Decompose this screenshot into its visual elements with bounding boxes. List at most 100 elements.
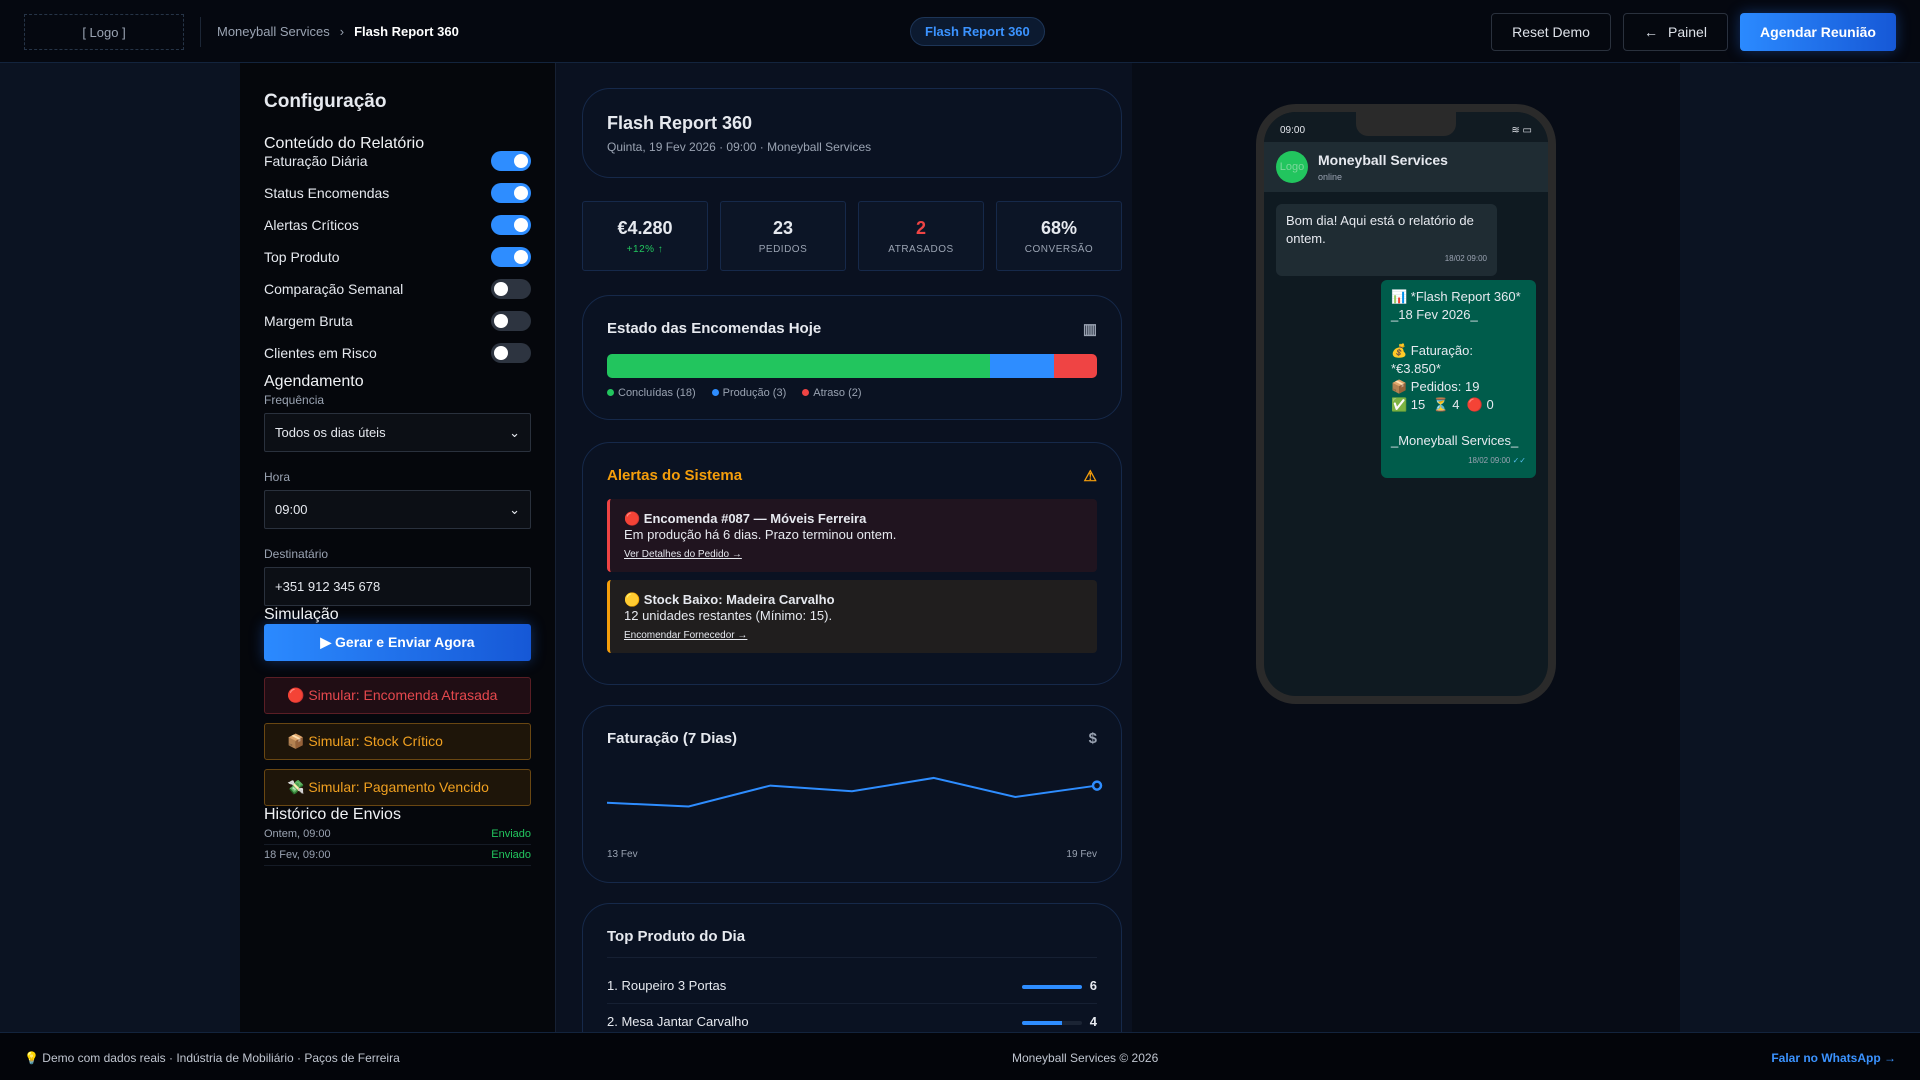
kpi-value: 23 [772, 218, 794, 238]
toggle-label: Comparação Semanal [264, 281, 404, 297]
painel-label: Painel [1668, 24, 1707, 40]
alert-item: 🟡 Stock Baixo: Madeira Carvalho 12 unidad… [607, 580, 1097, 653]
report-subtitle: Quinta, 19 Fev 2026 · 09:00 · Moneyball … [607, 140, 872, 154]
status-segment [1054, 354, 1097, 378]
breadcrumb-current: Flash Report 360 [354, 24, 459, 39]
toggle-switch[interactable] [491, 311, 531, 331]
toggle-row: Clientes em Risco [264, 337, 531, 369]
legend-item: Concluídas (18) [607, 387, 696, 399]
status-bar [607, 354, 1097, 378]
alert-item: 🔴 Encomenda #087 — Móveis Ferreira Em pro… [607, 499, 1097, 572]
config-panel: Configuração Conteúdo do Relatório Fatur… [240, 63, 556, 1032]
legend-label: Concluídas (18) [618, 387, 696, 399]
report-preview: Flash Report 360 Quinta, 19 Fev 2026 · 0… [556, 63, 1132, 1032]
section-title: Simulação [264, 606, 339, 623]
alert-text: 12 unidades restantes (Mínimo: 15). [624, 608, 833, 623]
painel-button[interactable]: ← Painel [1623, 13, 1728, 51]
toggle-label: Faturação Diária [264, 153, 368, 169]
status-legend: Concluídas (18) Produção (3) Atraso (2) [607, 387, 1097, 399]
toggle-switch[interactable] [491, 215, 531, 235]
order-status-card: Estado das Encomendas Hoje ▥ Concluídas (… [582, 295, 1122, 420]
history-status: Enviado [491, 828, 531, 840]
incoming-message: Bom dia! Aqui está o relatório de ontem.… [1276, 204, 1497, 276]
logo-placeholder: [ Logo ] [24, 14, 184, 50]
chevron-down-icon: ⌄ [509, 501, 520, 517]
phone-notch [1356, 112, 1456, 136]
toggle-switch[interactable] [491, 279, 531, 299]
kpi-value: €4.280 [617, 218, 673, 238]
dollar-icon: $ [1088, 730, 1097, 747]
footer-copyright: Moneyball Services © 2026 [1012, 1051, 1159, 1065]
kpi-revenue: €4.280 +12% ↑ [582, 201, 708, 271]
toggle-label: Status Encomendas [264, 185, 390, 201]
avatar: Logo [1276, 151, 1308, 183]
toggle-switch[interactable] [491, 343, 531, 363]
chat-header: Logo Moneyball Services online [1264, 142, 1548, 192]
order-supplier-link[interactable]: Encomendar Fornecedor → [624, 630, 747, 641]
revenue-series-line [606, 776, 1098, 808]
toggle-switch[interactable] [491, 151, 531, 171]
revenue-line-chart: 13 Fev 19 Fev [606, 776, 1103, 860]
revenue-card: Faturação (7 Dias) $ 13 Fev 19 Fev [582, 705, 1122, 883]
data-point [1091, 780, 1103, 791]
contact-name: Moneyball Services [1318, 152, 1448, 168]
product-qty: 6 [1089, 978, 1097, 993]
x-tick-label: 19 Fev [1066, 849, 1097, 860]
outgoing-message: 📊 *Flash Report 360* _18 Fev 2026_ 💰 Fat… [1381, 280, 1536, 478]
footer: 💡 Demo com dados reais · Indústria de Mo… [0, 1032, 1920, 1080]
kpi-delta: +12% ↑ [626, 244, 664, 255]
toggle-switch[interactable] [491, 247, 531, 267]
divider [200, 17, 201, 47]
kpi-label: PEDIDOS [758, 244, 808, 255]
kpi-late: 2 ATRASADOS [858, 201, 984, 271]
kpi-label: CONVERSÃO [1024, 244, 1094, 255]
breadcrumb: Moneyball Services › Flash Report 360 [217, 24, 459, 39]
message-text: Bom dia! Aqui está o relatório de ontem. [1286, 213, 1478, 246]
legend-item: Atraso (2) [802, 387, 862, 399]
config-title: Configuração [264, 91, 387, 112]
frequency-label: Frequência [264, 393, 325, 407]
simulate-stock-button[interactable]: 📦 Simular: Stock Crítico [264, 723, 531, 760]
breadcrumb-home[interactable]: Moneyball Services [217, 24, 330, 39]
legend-label: Atraso (2) [813, 387, 862, 399]
frequency-value: Todos os dias úteis [275, 425, 386, 440]
history-time: Ontem, 09:00 [264, 828, 331, 840]
card-title: Faturação (7 Dias) [607, 730, 738, 747]
simulate-payment-button[interactable]: 💸 Simular: Pagamento Vencido [264, 769, 531, 806]
hour-select[interactable]: 09:00 ⌄ [264, 490, 531, 529]
legend-item: Produção (3) [711, 387, 786, 399]
chevron-down-icon: ⌄ [509, 424, 520, 440]
frequency-select[interactable]: Todos os dias úteis ⌄ [264, 413, 531, 452]
alert-title: 🟡 Stock Baixo: Madeira Carvalho [624, 592, 835, 607]
card-title: Estado das Encomendas Hoje [607, 320, 822, 337]
generate-send-button[interactable]: ▶ Gerar e Enviar Agora [264, 624, 531, 661]
kpi-conversion: 68% CONVERSÃO [996, 201, 1122, 271]
product-bar [1021, 984, 1082, 989]
hour-value: 09:00 [275, 502, 308, 517]
status-segment [990, 354, 1055, 378]
simulate-late-order-button[interactable]: 🔴 Simular: Encomenda Atrasada [264, 677, 531, 714]
product-row: 1. Roupeiro 3 Portas 6 [607, 968, 1097, 1004]
top-product-card: Top Produto do Dia 1. Roupeiro 3 Portas 6… [582, 903, 1122, 1032]
kpi-orders: 23 PEDIDOS [720, 201, 846, 271]
alert-text: Em produção há 6 dias. Prazo terminou on… [624, 527, 897, 542]
message-time: 18/02 09:00 [1444, 254, 1487, 263]
x-tick-label: 13 Fev [607, 849, 638, 860]
whatsapp-link[interactable]: Falar no WhatsApp → [1771, 1051, 1896, 1065]
recipient-input[interactable]: +351 912 345 678 [264, 567, 531, 606]
report-header-card: Flash Report 360 Quinta, 19 Fev 2026 · 0… [582, 88, 1122, 178]
order-details-link[interactable]: Ver Detalhes do Pedido → [624, 549, 742, 560]
product-name: 1. Roupeiro 3 Portas [607, 978, 727, 993]
contact-presence: online [1318, 172, 1343, 182]
toggle-switch[interactable] [491, 183, 531, 203]
toggle-row: Status Encomendas [264, 177, 531, 209]
product-name: 2. Mesa Jantar Carvalho [607, 1014, 749, 1029]
toggle-label: Margem Bruta [264, 313, 353, 329]
footer-note: 💡 Demo com dados reais · Indústria de Mo… [24, 1051, 400, 1065]
recipient-label: Destinatário [264, 547, 329, 561]
phone-time: 09:00 [1280, 124, 1306, 136]
reset-demo-button[interactable]: Reset Demo [1491, 13, 1611, 51]
alerts-card: Alertas do Sistema ⚠ 🔴 Encomenda #087 — M… [582, 442, 1122, 685]
schedule-meeting-button[interactable]: Agendar Reunião [1740, 13, 1896, 51]
section-title: Histórico de Envios [264, 806, 401, 823]
